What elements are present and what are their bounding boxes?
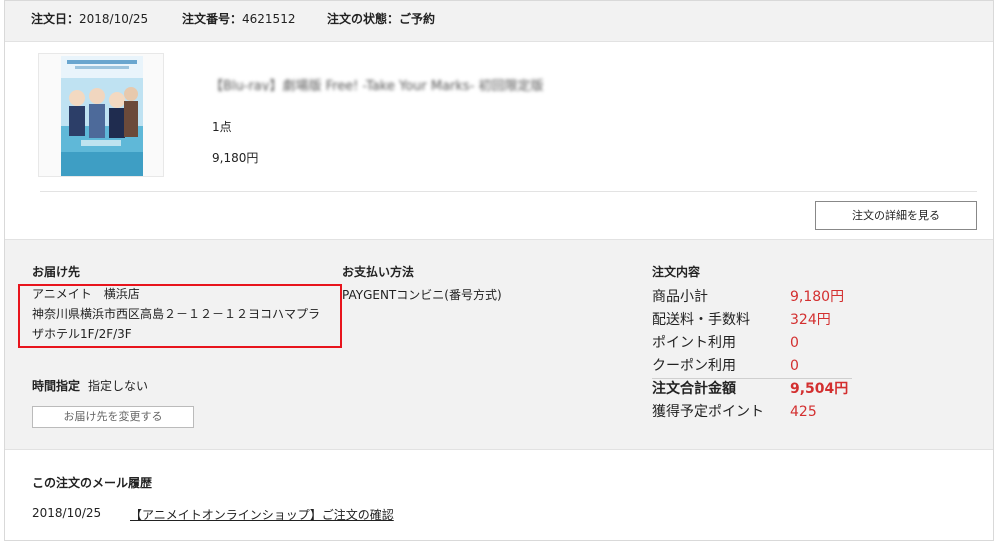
- summary-value: 0: [790, 335, 799, 351]
- delivery-time-label: 時間指定: [32, 379, 81, 393]
- order-number-label: 注文番号：: [182, 12, 243, 26]
- summary-label: 配送料・手数料: [652, 312, 750, 328]
- summary-value: 324円: [790, 312, 831, 328]
- order-number: 注文番号：4621512: [182, 1, 295, 37]
- payment-heading: お支払い方法: [342, 265, 415, 279]
- product-title-blurred[interactable]: 【Blu-ray】劇場版 Free! -Take Your Marks- 初回限…: [210, 75, 672, 91]
- summary-points-label: 獲得予定ポイント: [652, 404, 764, 420]
- summary-label: 商品小計: [652, 289, 708, 305]
- order-date: 注文日：2018/10/25: [31, 1, 148, 37]
- change-delivery-address-button[interactable]: お届け先を変更する: [32, 406, 194, 428]
- mail-history-link[interactable]: 【アニメイトオンラインショップ】ご注文の確認: [130, 506, 394, 523]
- order-panel: 注文日：2018/10/25 注文番号：4621512 注文の状態：ご予約 【B…: [4, 0, 994, 541]
- order-date-value: 2018/10/25: [79, 12, 149, 26]
- summary-divider: [652, 378, 852, 379]
- order-info-section: お届け先 アニメイト 横浜店 神奈川県横浜市西区高島２－１２－１２ヨコハマプラ …: [5, 239, 993, 450]
- summary-label: クーポン利用: [652, 358, 736, 374]
- product-thumbnail[interactable]: [38, 53, 164, 177]
- highlight-box: [18, 284, 342, 348]
- order-status: 注文の状態：ご予約: [327, 1, 435, 37]
- summary-value: 9,180円: [790, 289, 845, 305]
- delivery-time: 時間指定 指定しない: [32, 377, 148, 394]
- delivery-heading: お届け先: [32, 265, 81, 279]
- order-date-label: 注文日：: [31, 12, 80, 26]
- summary-value: 0: [790, 358, 799, 374]
- payment-method: PAYGENTコンビニ(番号方式): [342, 288, 502, 302]
- order-header: 注文日：2018/10/25 注文番号：4621512 注文の状態：ご予約: [5, 1, 993, 42]
- order-status-label: 注文の状態：: [327, 12, 400, 26]
- divider: [40, 191, 977, 192]
- summary-total-label: 注文合計金額: [652, 381, 736, 397]
- summary-total-value: 9,504円: [790, 381, 849, 397]
- order-number-value: 4621512: [242, 12, 296, 26]
- product-cover-image: [61, 56, 143, 176]
- summary-label: ポイント利用: [652, 335, 736, 351]
- product-quantity: 1点: [212, 120, 232, 134]
- delivery-time-value: 指定しない: [88, 379, 149, 393]
- view-order-details-button[interactable]: 注文の詳細を見る: [815, 201, 977, 230]
- product-price: 9,180円: [212, 151, 259, 165]
- order-status-value: ご予約: [399, 12, 436, 26]
- mail-history-date: 2018/10/25: [32, 506, 102, 520]
- summary-heading: 注文内容: [652, 265, 701, 279]
- summary-points-value: 425: [790, 404, 817, 420]
- mail-history-heading: この注文のメール履歴: [32, 476, 153, 490]
